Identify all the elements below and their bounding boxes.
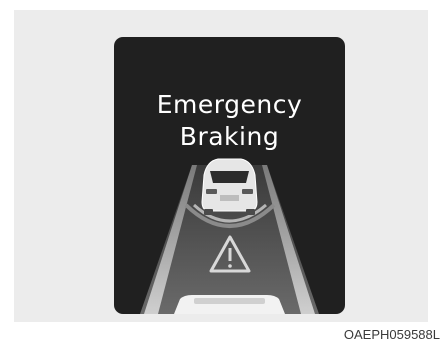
- alert-title: Emergency Braking: [114, 89, 345, 153]
- alert-title-line1: Emergency: [156, 90, 303, 119]
- image-code-caption: OAEPH059588L: [343, 327, 440, 342]
- alert-title-line2: Braking: [179, 122, 280, 151]
- cluster-display: Emergency Braking: [114, 37, 345, 314]
- own-vehicle-hood-icon: [174, 295, 285, 314]
- front-vehicle-icon: [201, 158, 258, 215]
- road-scene: [140, 158, 319, 314]
